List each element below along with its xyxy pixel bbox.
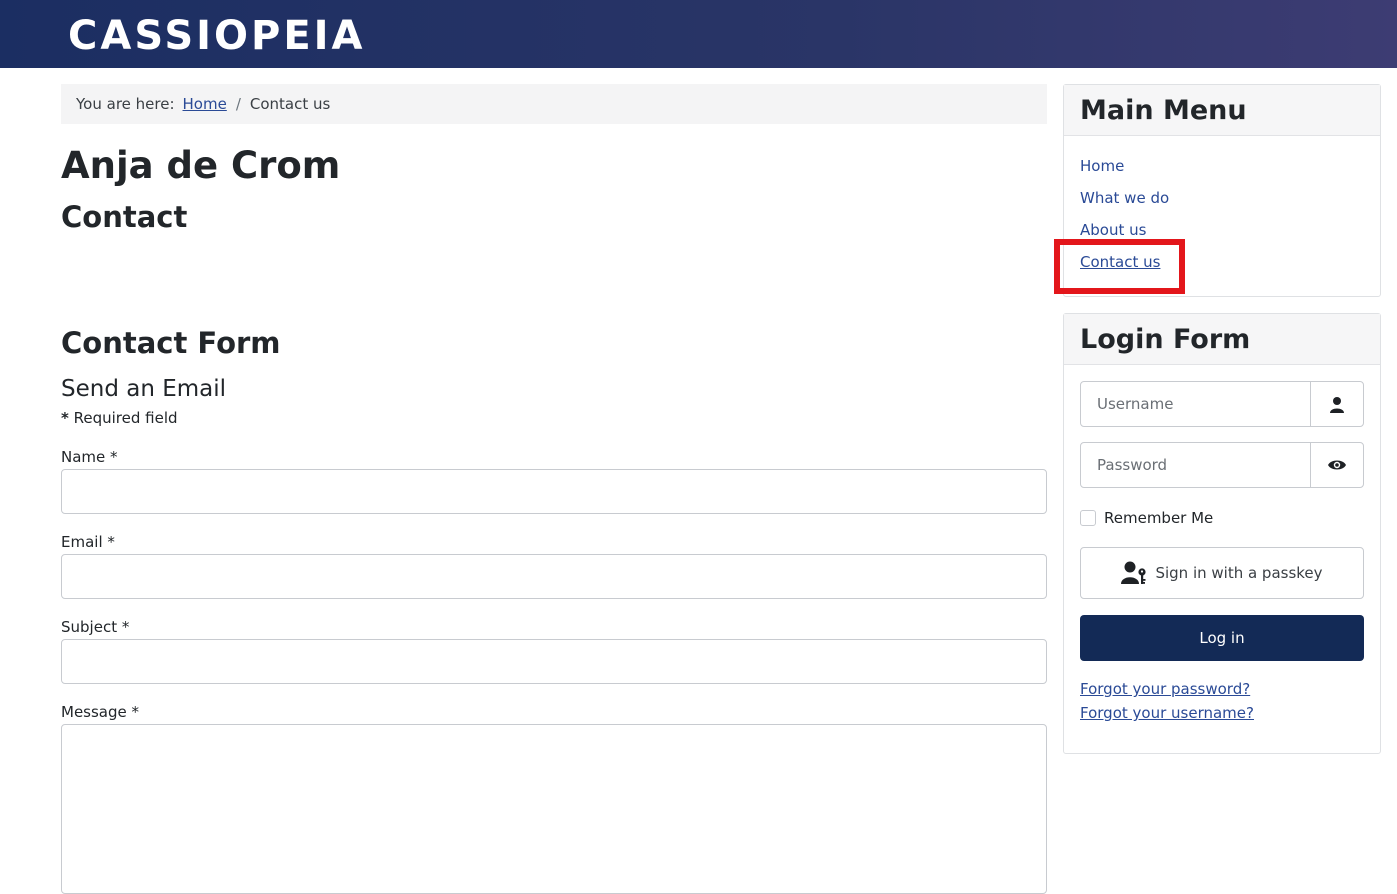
breadcrumb-current: Contact us [249, 95, 331, 113]
site-brand[interactable]: CASSIOPEIA [68, 14, 366, 58]
menu-item-what-we-do[interactable]: What we do [1080, 182, 1364, 214]
forgot-password-link[interactable]: Forgot your password? [1080, 677, 1364, 701]
subject-input[interactable] [61, 639, 1047, 684]
subject-label: Subject * [61, 618, 130, 636]
eye-icon[interactable] [1310, 443, 1363, 487]
page-title: Anja de Crom [61, 144, 341, 187]
password-group: Password [1080, 442, 1364, 488]
email-label: Email * [61, 533, 115, 551]
message-textarea[interactable] [61, 724, 1047, 894]
password-input[interactable]: Password [1081, 443, 1310, 487]
forgot-username-link[interactable]: Forgot your username? [1080, 701, 1364, 725]
username-input[interactable]: Username [1081, 382, 1310, 426]
username-group: Username [1080, 381, 1364, 427]
login-form-title: Login Form [1064, 314, 1380, 365]
contact-form-heading: Contact Form [61, 326, 281, 360]
highlight-box [1054, 239, 1185, 294]
login-button[interactable]: Log in [1080, 615, 1364, 661]
main-menu-title: Main Menu [1064, 85, 1380, 136]
remember-me-checkbox[interactable] [1080, 510, 1096, 526]
remember-me-label: Remember Me [1104, 509, 1214, 527]
breadcrumb-prefix: You are here: [76, 95, 175, 113]
name-input[interactable] [61, 469, 1047, 514]
form-legend: Send an Email [61, 376, 227, 402]
passkey-button[interactable]: Sign in with a passkey [1080, 547, 1364, 599]
required-field-note: * Required field [61, 407, 178, 429]
login-form-card: Login Form Username Password Remember Me… [1063, 313, 1381, 754]
email-input[interactable] [61, 554, 1047, 599]
required-mark: * [61, 409, 69, 427]
breadcrumb: You are here: Home / Contact us [61, 84, 1047, 124]
passkey-label: Sign in with a passkey [1155, 564, 1323, 582]
breadcrumb-separator: / [235, 95, 241, 113]
breadcrumb-home-link[interactable]: Home [183, 95, 227, 113]
user-icon [1310, 382, 1363, 426]
required-text: Required field [68, 409, 178, 427]
message-label: Message * [61, 703, 140, 721]
menu-item-home[interactable]: Home [1080, 150, 1364, 182]
user-key-icon [1121, 561, 1147, 585]
remember-me-row: Remember Me [1080, 503, 1364, 533]
contact-heading: Contact [61, 200, 188, 234]
name-label: Name * [61, 448, 118, 466]
site-header: CASSIOPEIA [0, 0, 1397, 68]
